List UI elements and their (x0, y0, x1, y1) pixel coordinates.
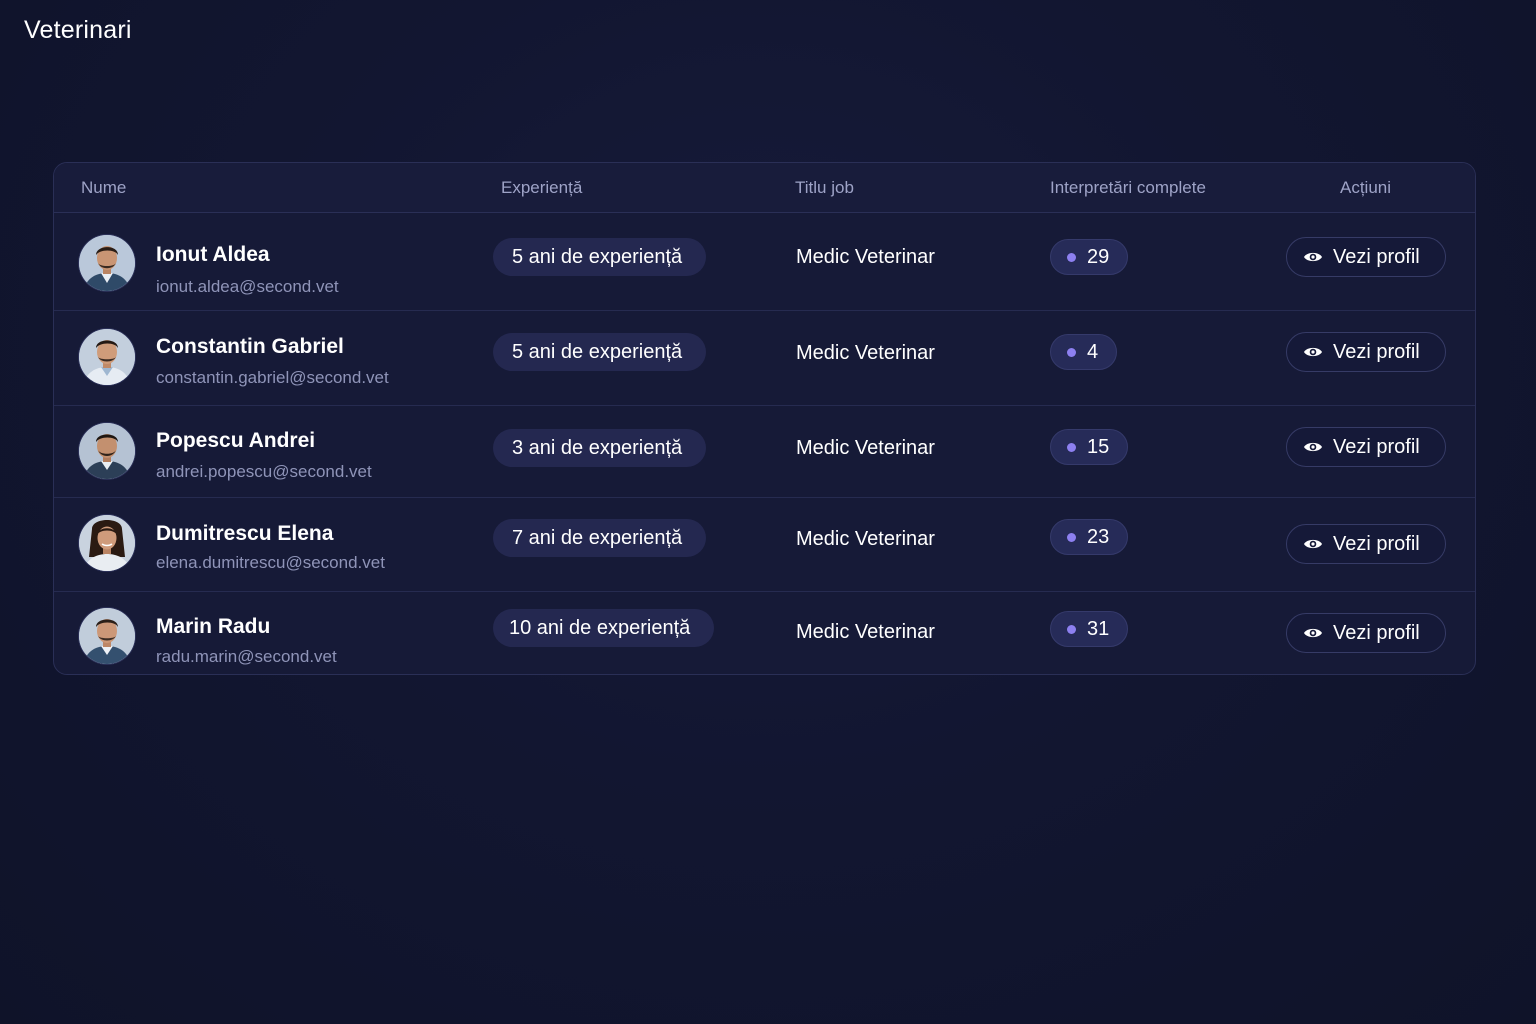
job-title: Medic Veterinar (796, 342, 935, 364)
completed-count-badge: 15 (1050, 429, 1129, 465)
view-profile-label: Vezi profil (1333, 435, 1420, 458)
vet-name: Constantin Gabriel (156, 335, 344, 358)
experience-badge: 7 ani de experiență (493, 519, 707, 557)
view-profile-label: Vezi profil (1333, 532, 1420, 555)
view-profile-button[interactable]: Vezi profil (1286, 613, 1446, 653)
completed-count-badge: 29 (1050, 239, 1129, 275)
view-profile-label: Vezi profil (1333, 340, 1420, 363)
vet-name: Popescu Andrei (156, 429, 316, 452)
column-header-actions: Acțiuni (1340, 178, 1392, 197)
vet-email: elena.dumitrescu@second.vet (156, 553, 385, 572)
page-title: Veterinari (24, 16, 132, 44)
vet-email: andrei.popescu@second.vet (156, 462, 372, 481)
experience-badge: 3 ani de experiență (493, 429, 707, 467)
vet-name: Marin Radu (156, 615, 271, 638)
eye-icon (1303, 345, 1323, 359)
job-title: Medic Veterinar (796, 621, 935, 643)
table-header: Nume Experiență Titlu job Interpretări c… (54, 163, 1475, 213)
job-title: Medic Veterinar (796, 437, 935, 459)
view-profile-button[interactable]: Vezi profil (1286, 237, 1446, 277)
vet-name: Dumitrescu Elena (156, 522, 334, 545)
completed-count: 31 (1087, 617, 1110, 640)
table-row: Ionut Aldea ionut.aldea@second.vet 5 ani… (54, 213, 1475, 311)
column-header-experience: Experiență (501, 178, 583, 197)
view-profile-label: Vezi profil (1333, 621, 1420, 644)
vet-email: ionut.aldea@second.vet (156, 277, 339, 296)
veterinarians-table: Nume Experiență Titlu job Interpretări c… (53, 162, 1476, 675)
female-avatar-icon (79, 515, 135, 571)
completed-count: 23 (1087, 525, 1110, 548)
column-header-completed: Interpretări complete (1050, 178, 1206, 197)
status-dot-icon (1067, 347, 1076, 357)
view-profile-button[interactable]: Vezi profil (1286, 524, 1446, 564)
completed-count-badge: 31 (1050, 611, 1129, 647)
eye-icon (1303, 537, 1323, 551)
eye-icon (1303, 250, 1323, 264)
view-profile-button[interactable]: Vezi profil (1286, 427, 1446, 467)
job-title: Medic Veterinar (796, 528, 935, 550)
table-row: Marin Radu radu.marin@second.vet 10 ani … (54, 592, 1475, 674)
completed-count: 4 (1087, 340, 1099, 363)
completed-count: 29 (1087, 245, 1110, 268)
eye-icon (1303, 440, 1323, 454)
view-profile-label: Vezi profil (1333, 245, 1420, 268)
male-avatar-icon (79, 423, 135, 479)
experience-badge: 10 ani de experiență (493, 609, 715, 647)
column-header-job: Titlu job (795, 178, 854, 197)
status-dot-icon (1067, 442, 1076, 452)
male-avatar-icon (79, 608, 135, 664)
status-dot-icon (1067, 252, 1076, 262)
vet-name: Ionut Aldea (156, 243, 270, 266)
column-header-name: Nume (81, 178, 127, 197)
eye-icon (1303, 626, 1323, 640)
view-profile-button[interactable]: Vezi profil (1286, 332, 1446, 372)
completed-count-badge: 4 (1050, 334, 1118, 370)
status-dot-icon (1067, 624, 1076, 634)
experience-badge: 5 ani de experiență (493, 333, 707, 371)
table-row: Constantin Gabriel constantin.gabriel@se… (54, 311, 1475, 406)
table-row: Popescu Andrei andrei.popescu@second.vet… (54, 406, 1475, 498)
completed-count-badge: 23 (1050, 519, 1129, 555)
status-dot-icon (1067, 532, 1076, 542)
completed-count: 15 (1087, 435, 1110, 458)
table-row: Dumitrescu Elena elena.dumitrescu@second… (54, 498, 1475, 592)
vet-email: radu.marin@second.vet (156, 647, 337, 666)
experience-badge: 5 ani de experiență (493, 238, 707, 276)
job-title: Medic Veterinar (796, 246, 935, 268)
male-avatar-icon (79, 329, 135, 385)
male-avatar-icon (79, 235, 135, 291)
vet-email: constantin.gabriel@second.vet (156, 368, 389, 387)
